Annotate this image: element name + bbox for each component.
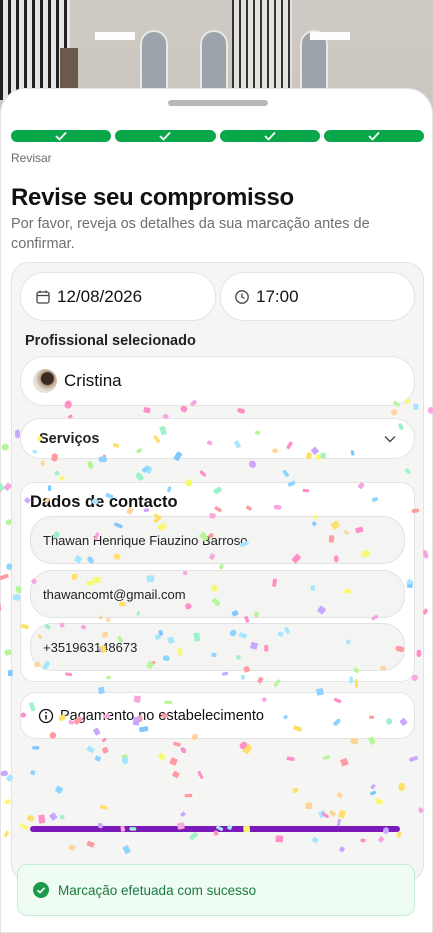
progress-step-complete: [219, 130, 320, 142]
email-field[interactable]: thawancomt@gmail.com: [30, 570, 405, 618]
progress-step-complete: [323, 130, 424, 142]
toast-message: Marcação efetuada com sucesso: [58, 882, 257, 898]
date-value: 12/08/2026: [57, 286, 143, 306]
payment-method: Pagamento no estabelecimento: [20, 692, 415, 739]
date-field[interactable]: 12/08/2026: [20, 272, 216, 321]
info-icon: [38, 708, 54, 723]
professional-section-label: Profissional selecionado: [25, 333, 196, 349]
page-subtitle: Por favor, reveja os detalhes da sua mar…: [11, 216, 370, 252]
background-decor: [310, 32, 350, 40]
page-title: Revise seu compromisso: [11, 184, 294, 211]
review-card: 12/08/2026 17:00 Profissional selecionad…: [11, 262, 424, 882]
professional-name: Cristina: [64, 371, 122, 390]
check-circle-icon: [33, 882, 49, 898]
drag-handle[interactable]: [168, 100, 268, 106]
time-value: 17:00: [256, 286, 299, 306]
time-field[interactable]: 17:00: [220, 272, 415, 321]
avatar: [33, 369, 57, 393]
professional-field[interactable]: Cristina: [20, 356, 415, 406]
confirm-button[interactable]: [30, 826, 400, 832]
background-decor: [95, 32, 135, 40]
contact-section-title: Dados de contacto: [30, 493, 178, 511]
progress-steps: [11, 130, 424, 142]
background-decor: [60, 48, 78, 88]
contact-section: Dados de contacto Thawan Henrique Fiauzi…: [20, 482, 415, 682]
clock-icon: [235, 289, 249, 304]
payment-label: Pagamento no estabelecimento: [60, 707, 264, 724]
check-icon: [159, 131, 172, 141]
progress-step-complete: [115, 130, 216, 142]
progress-step-complete: [11, 130, 112, 142]
check-icon: [55, 131, 67, 141]
check-icon: [263, 131, 276, 141]
current-step-label: Revisar: [11, 151, 52, 165]
services-dropdown[interactable]: Serviços: [20, 418, 415, 459]
name-field[interactable]: Thawan Henrique Fiauzino Barroso: [30, 516, 405, 564]
chevron-down-icon: [384, 435, 396, 442]
calendar-icon: [36, 290, 50, 304]
booking-sheet: Revisar Revise seu compromisso Por favor…: [0, 88, 433, 933]
phone-field[interactable]: +351963148673: [30, 623, 405, 671]
services-label: Serviços: [39, 430, 100, 447]
background-decor: [232, 0, 292, 100]
check-icon: [368, 131, 380, 141]
success-toast: Marcação efetuada com sucesso: [17, 864, 415, 916]
